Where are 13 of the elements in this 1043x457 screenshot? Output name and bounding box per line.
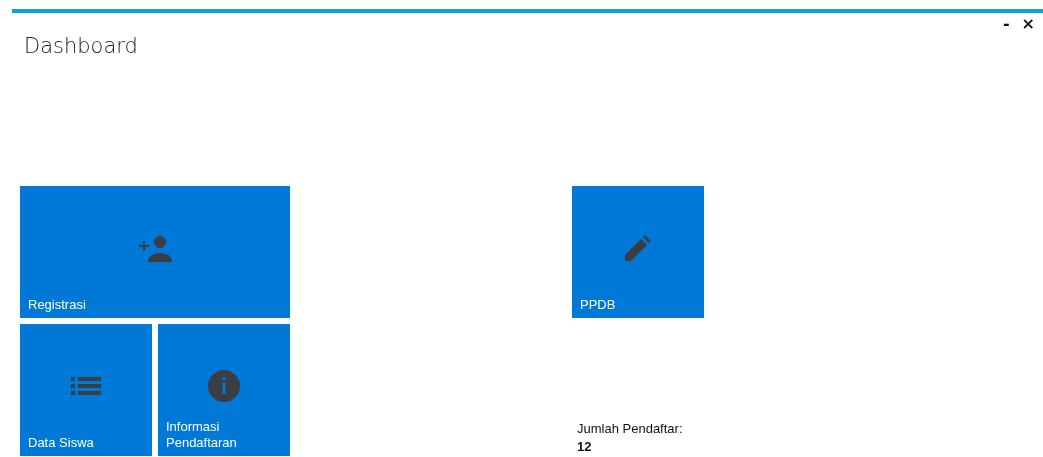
window-title: Dashboard bbox=[24, 34, 138, 60]
dashboard-tile[interactable]: Registrasi bbox=[20, 186, 290, 318]
close-button[interactable]: × bbox=[1019, 15, 1037, 33]
dashboard-tile[interactable]: Data Siswa bbox=[20, 324, 152, 456]
registrant-count-label: Jumlah Pendaftar: bbox=[577, 420, 684, 438]
pencil-icon bbox=[625, 235, 651, 261]
list-icon bbox=[71, 377, 101, 395]
add-person-icon bbox=[137, 234, 173, 262]
info-icon bbox=[208, 370, 240, 402]
dashboard-tile[interactable]: PPDB bbox=[572, 186, 704, 318]
dashboard-tile[interactable]: Informasi Pendaftaran bbox=[158, 324, 290, 456]
registrant-count-value: 12 bbox=[577, 438, 593, 456]
minimize-button[interactable]: - bbox=[1000, 15, 1012, 33]
